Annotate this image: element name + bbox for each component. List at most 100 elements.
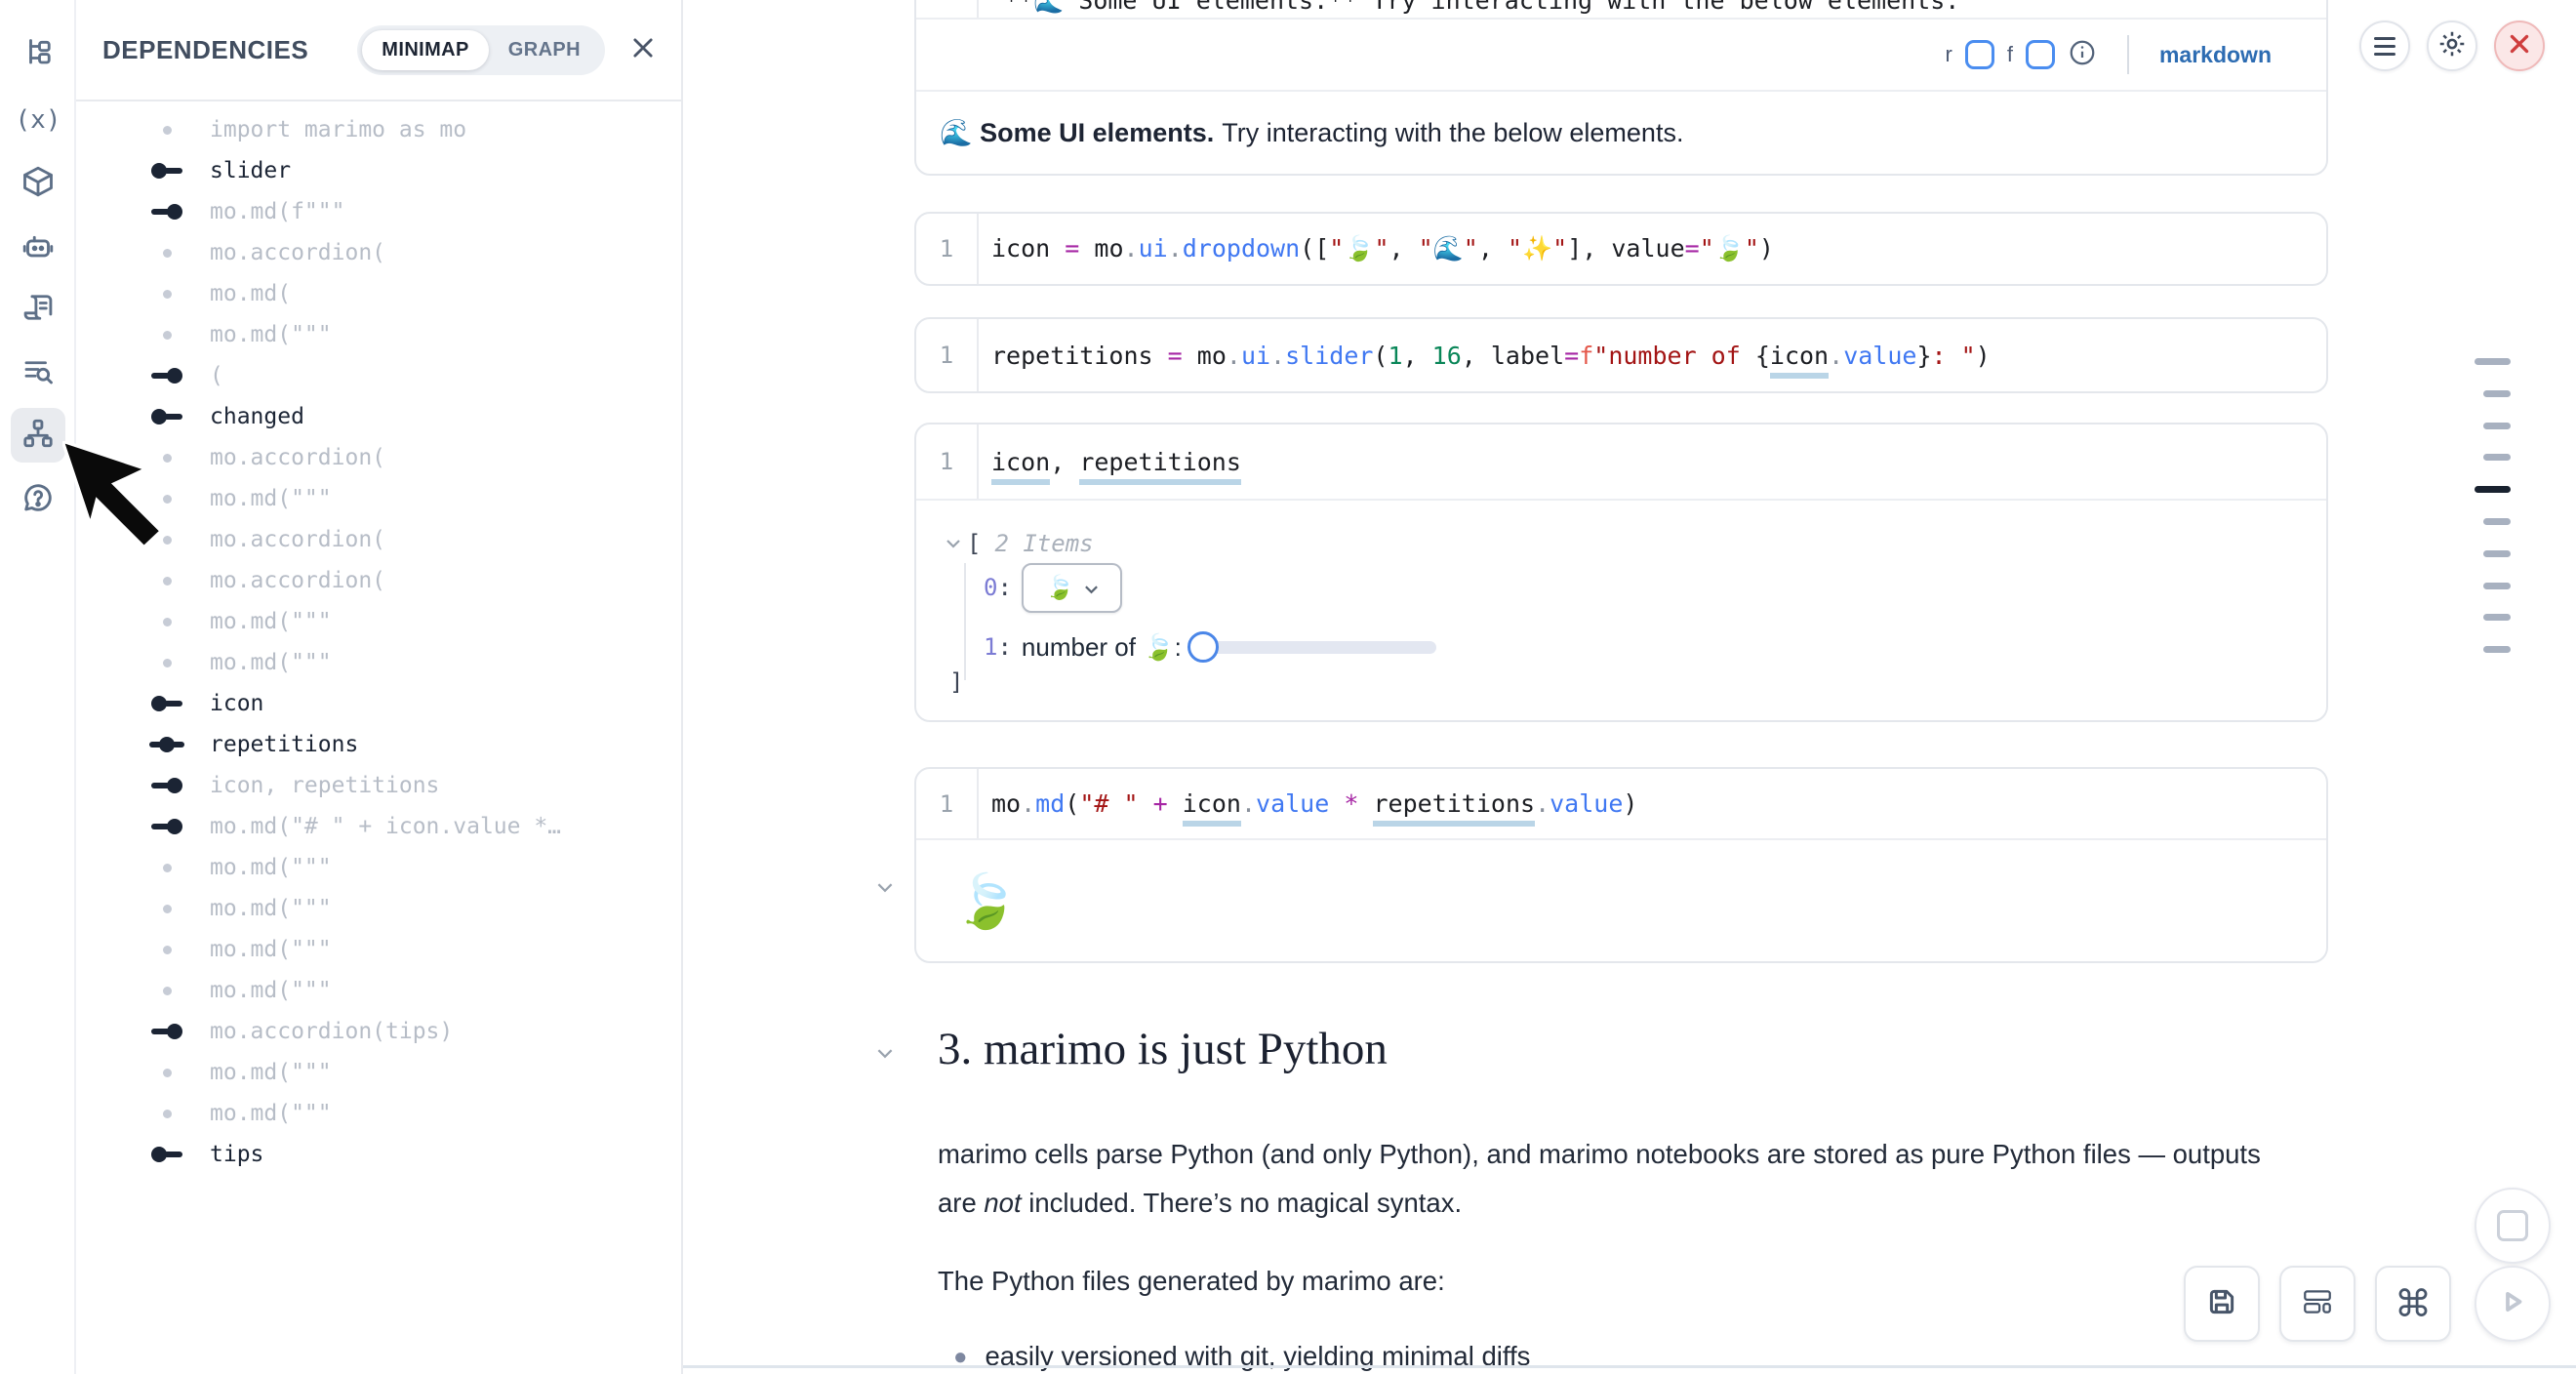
- minimap-row[interactable]: mo.md(f""": [76, 191, 681, 232]
- help-button[interactable]: [11, 472, 65, 527]
- f-string-checkbox[interactable]: [2026, 40, 2055, 69]
- scroll-dash[interactable]: [2483, 583, 2511, 589]
- minimap-row[interactable]: icon: [76, 683, 681, 724]
- layout-grid-icon: [2301, 1285, 2334, 1323]
- variables-button[interactable]: (x): [11, 93, 65, 147]
- slider-track[interactable]: [1196, 641, 1436, 654]
- packages-button[interactable]: [11, 156, 65, 211]
- scroll-dash[interactable]: [2483, 614, 2511, 621]
- minimap-row[interactable]: icon, repetitions: [76, 765, 681, 806]
- package-cube-icon: [20, 164, 56, 204]
- minimap-row[interactable]: mo.accordion(: [76, 232, 681, 273]
- minimap-row[interactable]: repetitions: [76, 724, 681, 765]
- run-button[interactable]: [2475, 1266, 2551, 1342]
- language-badge[interactable]: markdown: [2159, 42, 2272, 68]
- icon-rail: (x): [0, 0, 76, 1374]
- scroll-dash[interactable]: [2483, 518, 2511, 525]
- minimap-row[interactable]: tips: [76, 1134, 681, 1175]
- scroll-dash[interactable]: [2475, 358, 2511, 365]
- minimap-row[interactable]: mo.md(""": [76, 1052, 681, 1093]
- minimap-row-label: mo.md(""": [210, 322, 332, 347]
- icon-dropdown-select[interactable]: 🍃: [1022, 563, 1122, 613]
- panel-close-button[interactable]: [626, 33, 660, 66]
- minimap-row[interactable]: changed: [76, 396, 681, 437]
- minimap-row[interactable]: mo.accordion(: [76, 560, 681, 601]
- minimap-row[interactable]: mo.md(: [76, 273, 681, 314]
- cell-repetitions-slider[interactable]: 1 repetitions = mo.ui.slider(1, 16, labe…: [914, 317, 2328, 393]
- line-number: 1: [916, 769, 979, 838]
- cell1-editor[interactable]: 1 **🌊 Some UI elements.** Try interactin…: [916, 0, 2326, 18]
- section-heading: 3. marimo is just Python: [938, 1023, 1388, 1075]
- slider-knob[interactable]: [1187, 631, 1219, 663]
- snippets-button[interactable]: [11, 282, 65, 337]
- scroll-dash[interactable]: [2483, 550, 2511, 557]
- minimap-marker-none: [132, 249, 202, 258]
- save-button[interactable]: [2184, 1266, 2260, 1342]
- scroll-dash[interactable]: [2483, 646, 2511, 653]
- minimap-row-label: mo.md(""": [210, 937, 332, 962]
- scroll-dash[interactable]: [2483, 423, 2511, 429]
- tab-graph[interactable]: GRAPH: [489, 30, 600, 70]
- dependencies-button[interactable]: [11, 408, 65, 463]
- minimap-row-label: mo.md(""": [210, 855, 332, 880]
- layout-toggle-button[interactable]: [2279, 1266, 2355, 1342]
- minimap-row[interactable]: mo.md(""": [76, 970, 681, 1011]
- cell-icon-dropdown[interactable]: 1 icon = mo.ui.dropdown(["🍃", "🌊", "✨"],…: [914, 212, 2328, 286]
- italic-not: not: [984, 1188, 1021, 1218]
- settings-button[interactable]: [2427, 20, 2477, 71]
- keyboard-shortcuts-button[interactable]: ⌘: [2375, 1266, 2451, 1342]
- minimap-row-label: changed: [210, 404, 304, 429]
- scroll-dash[interactable]: [2483, 390, 2511, 397]
- minimap-row[interactable]: (: [76, 355, 681, 396]
- minimap-row[interactable]: slider: [76, 150, 681, 191]
- ai-assistant-button[interactable]: [11, 221, 65, 275]
- file-explorer-button[interactable]: [11, 28, 65, 83]
- cell-markdown-ui-elements[interactable]: 1 **🌊 Some UI elements.** Try interactin…: [914, 0, 2328, 176]
- notebook-menu-button[interactable]: [2359, 20, 2410, 71]
- logs-search-button[interactable]: [11, 345, 65, 400]
- output-chevron-icon[interactable]: [876, 880, 894, 898]
- minimap-row[interactable]: mo.md(""": [76, 642, 681, 683]
- minimap-marker-none: [132, 864, 202, 872]
- shutdown-button[interactable]: [2494, 20, 2545, 71]
- sitemap-icon: [20, 416, 56, 456]
- minimap-row-label: icon, repetitions: [210, 773, 439, 798]
- info-icon[interactable]: [2068, 38, 2097, 72]
- minimap-row[interactable]: mo.accordion(tips): [76, 1011, 681, 1052]
- minimap-row[interactable]: mo.md(""": [76, 929, 681, 970]
- minimap-row-label: mo.accordion(: [210, 445, 385, 470]
- stop-button[interactable]: [2475, 1188, 2551, 1264]
- section-chevron-icon[interactable]: [876, 1046, 894, 1064]
- repetitions-slider[interactable]: [1187, 630, 1436, 664]
- stop-square-icon: [2497, 1210, 2528, 1241]
- scroll-icon: [20, 290, 56, 330]
- cell-md-heading[interactable]: 1 mo.md("# " + icon.value * repetitions.…: [914, 767, 2328, 963]
- minimap-row-label: mo.md(""": [210, 1101, 332, 1126]
- save-floppy-icon: [2205, 1285, 2238, 1323]
- bullet-item: ● easily versioned with git, yielding mi…: [953, 1341, 1530, 1374]
- minimap-marker-none: [132, 1110, 202, 1118]
- toolbar-divider: [2127, 35, 2129, 74]
- line-number: 1: [916, 319, 979, 391]
- minimap-row[interactable]: mo.md(""": [76, 1093, 681, 1134]
- notebook-area: 1 **🌊 Some UI elements.** Try interactin…: [683, 0, 2576, 1374]
- tab-minimap[interactable]: MINIMAP: [362, 30, 488, 70]
- minimap-row[interactable]: mo.md(""": [76, 888, 681, 929]
- minimap-row[interactable]: mo.md(""": [76, 601, 681, 642]
- chevron-down-icon: [1084, 574, 1099, 601]
- tree-open-bracket: [: [967, 530, 981, 557]
- minimap-marker-none: [132, 290, 202, 299]
- minimap-row[interactable]: mo.md(""": [76, 847, 681, 888]
- minimap-row-label: mo.md(""": [210, 650, 332, 675]
- minimap-row[interactable]: import marimo as mo: [76, 109, 681, 150]
- minimap-row[interactable]: mo.md("# " + icon.value *…: [76, 806, 681, 847]
- scroll-dash-active[interactable]: [2475, 486, 2511, 493]
- r-string-checkbox[interactable]: [1965, 40, 1994, 69]
- scroll-dash[interactable]: [2483, 454, 2511, 461]
- minimap-marker-use: [132, 778, 202, 793]
- minimap-marker-none: [132, 331, 202, 340]
- cell-icon-repetitions[interactable]: 1 icon, repetitions [ 2 Items 0: 🍃 1: nu…: [914, 423, 2328, 722]
- tree-collapse-chevron-icon[interactable]: [946, 539, 961, 548]
- minimap-row-label: (: [210, 363, 223, 388]
- minimap-row[interactable]: mo.md(""": [76, 314, 681, 355]
